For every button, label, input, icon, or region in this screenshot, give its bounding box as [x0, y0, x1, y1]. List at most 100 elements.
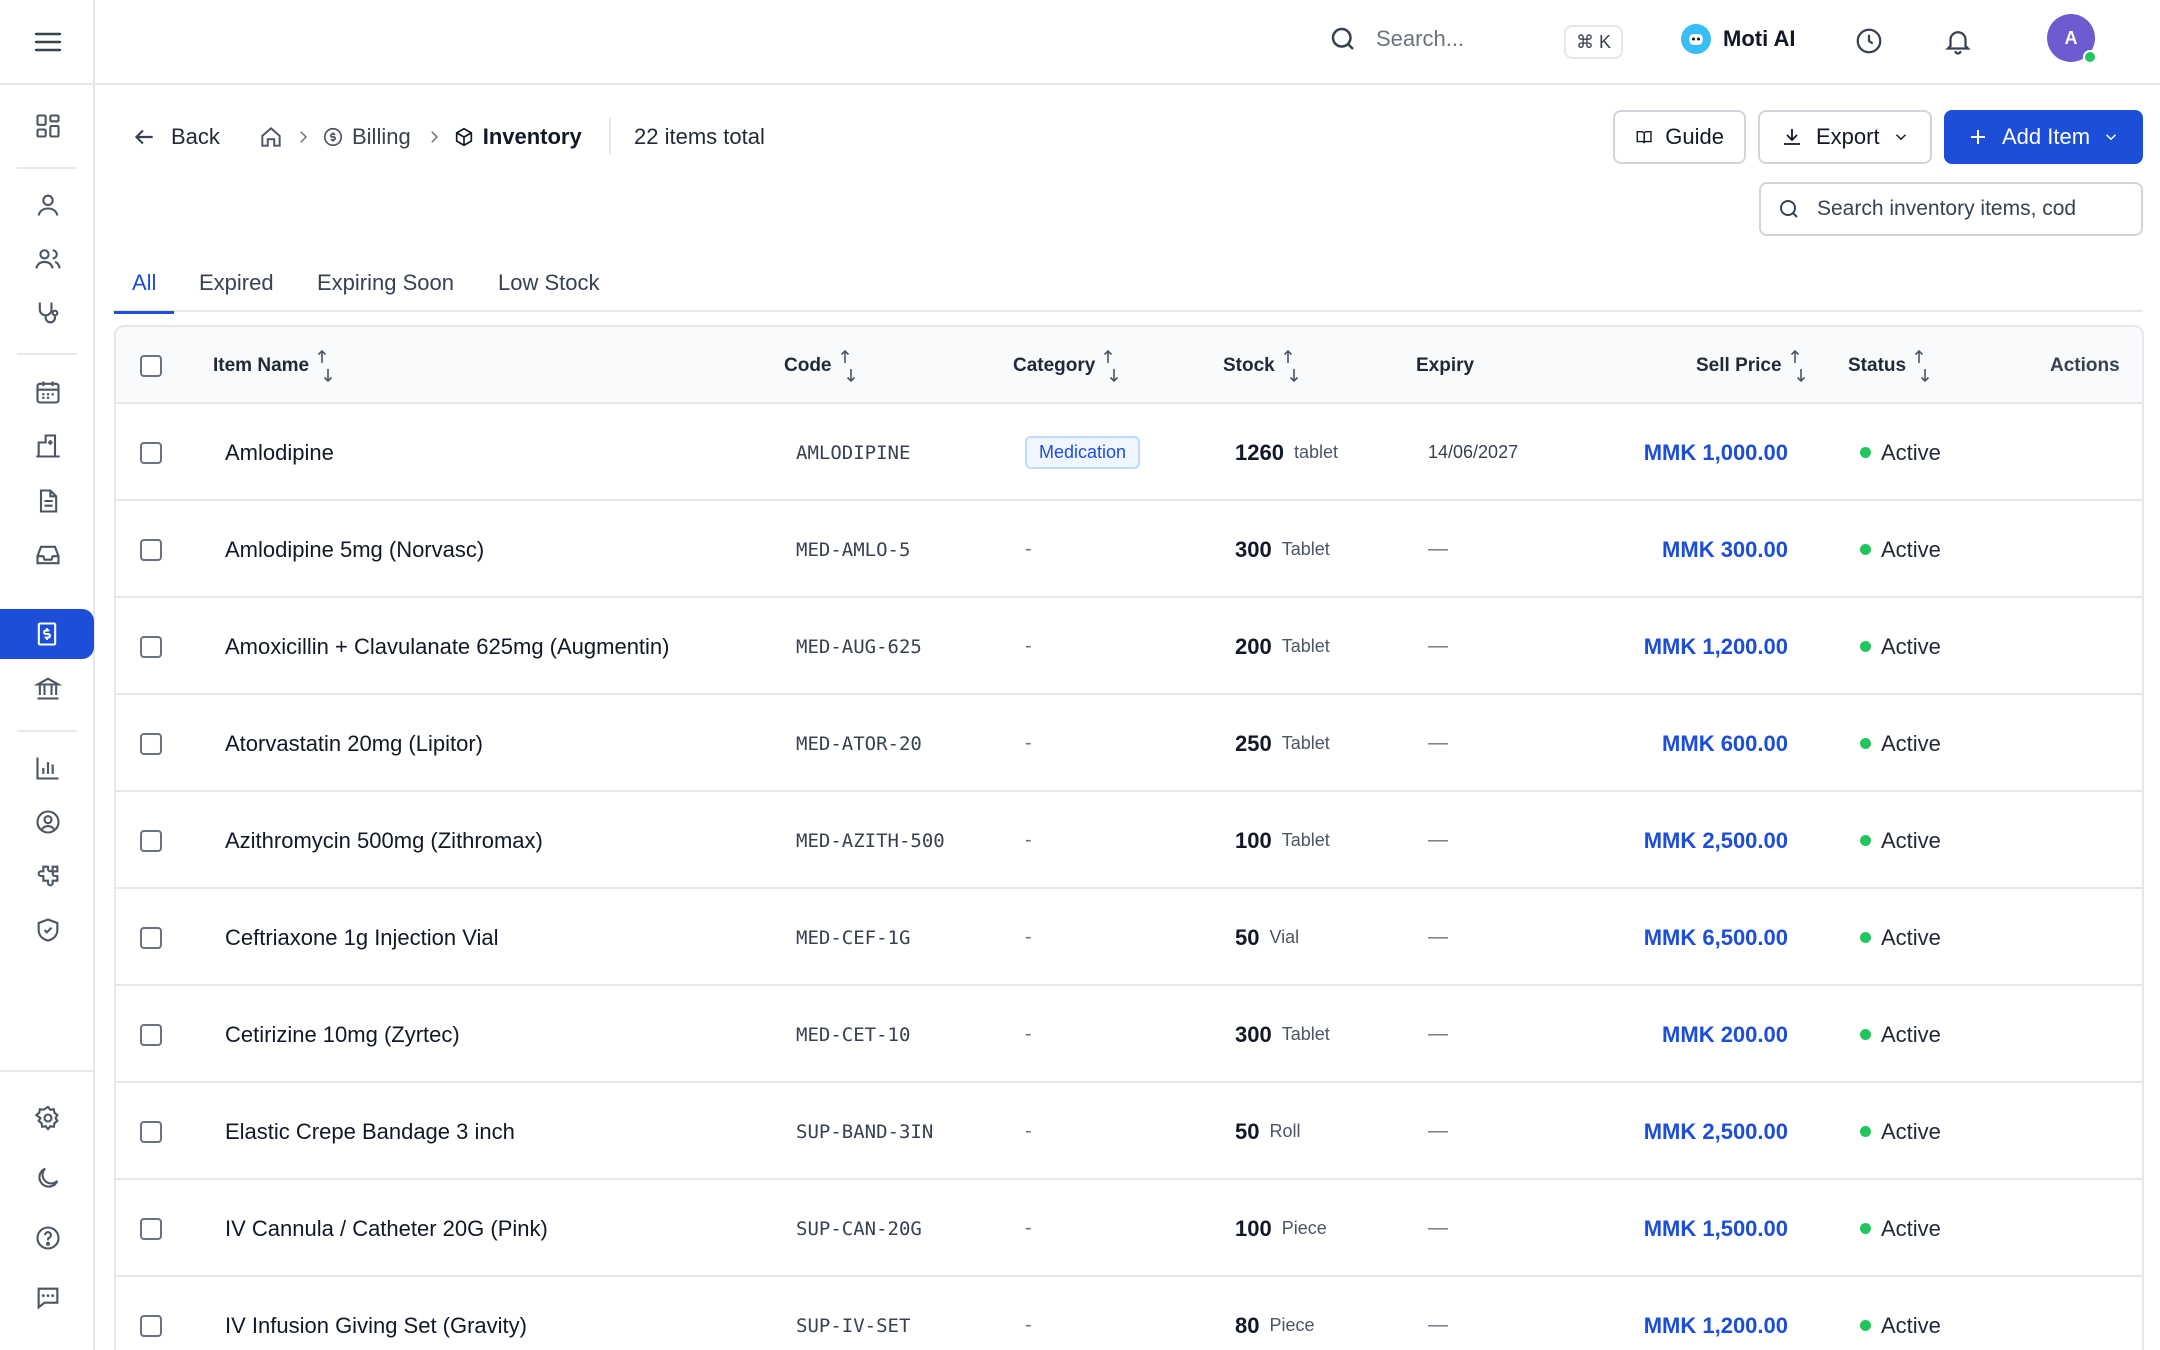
sidebar-item-reports[interactable] [0, 743, 95, 793]
tab-low-stock[interactable]: Low Stock [498, 260, 600, 312]
tab-expired[interactable]: Expired [199, 260, 274, 312]
item-name[interactable]: Azithromycin 500mg (Zithromax) [225, 792, 543, 889]
avatar[interactable]: A [2047, 14, 2097, 64]
status-label: Active [1881, 633, 1941, 659]
stock-cell: 300 Tablet [1235, 986, 1330, 1083]
status-label: Active [1881, 1021, 1941, 1047]
hospital-icon [35, 434, 60, 458]
table-row[interactable]: Cetirizine 10mg (Zyrtec) MED-CET-10 - 300 Ta… [116, 986, 2142, 1083]
row-checkbox[interactable] [140, 1120, 162, 1143]
item-name[interactable]: Ceftriaxone 1g Injection Vial [225, 889, 499, 986]
table-row[interactable]: Elastic Crepe Bandage 3 inch SUP-BAND-3IN… [116, 1083, 2142, 1180]
inventory-table: Item Name Code Category Stock Expiry Sel… [114, 325, 2144, 1350]
table-row[interactable]: Atorvastatin 20mg (Lipitor) MED-ATOR-20 - 2… [116, 695, 2142, 792]
guide-button[interactable]: Guide [1613, 110, 1746, 164]
column-code[interactable]: Code [784, 327, 856, 404]
export-button[interactable]: Export [1758, 110, 1932, 164]
table-row[interactable]: Amlodipine 5mg (Norvasc) MED-AMLO-5 - 300 Ta… [116, 501, 2142, 598]
category-empty: - [1025, 1314, 1032, 1336]
item-code: MED-ATOR-20 [796, 732, 922, 755]
table-row[interactable]: Ceftriaxone 1g Injection Vial MED-CEF-1G -… [116, 889, 2142, 986]
sidebar-item-patients[interactable] [0, 234, 95, 284]
home-icon[interactable] [258, 124, 284, 150]
sidebar-item-dashboard[interactable] [0, 101, 95, 151]
sidebar-item-integrations[interactable] [0, 851, 95, 901]
category-empty: - [1025, 1217, 1032, 1239]
column-item-name[interactable]: Item Name [213, 327, 333, 404]
breadcrumb-billing[interactable]: Billing [322, 124, 411, 150]
item-name[interactable]: Amoxicillin + Clavulanate 625mg (Augment… [225, 598, 670, 695]
item-name[interactable]: Atorvastatin 20mg (Lipitor) [225, 695, 483, 792]
moti-ai-button[interactable]: Moti AI [1681, 24, 1796, 54]
select-all-checkbox[interactable] [140, 354, 162, 377]
add-item-button[interactable]: Add Item [1944, 110, 2143, 164]
row-checkbox[interactable] [140, 926, 162, 949]
feedback-icon[interactable] [0, 1273, 95, 1323]
table-row[interactable]: IV Infusion Giving Set (Gravity) SUP-IV-S… [116, 1277, 2142, 1350]
tab-all[interactable]: All [113, 260, 176, 314]
status-dot [1860, 932, 1871, 943]
item-name[interactable]: Amlodipine [225, 404, 334, 501]
sidebar-item-bank[interactable] [0, 663, 95, 713]
table-row[interactable]: IV Cannula / Catheter 20G (Pink) SUP-CAN-… [116, 1180, 2142, 1277]
column-stock[interactable]: Stock [1223, 327, 1299, 404]
item-name[interactable]: Cetirizine 10mg (Zyrtec) [225, 986, 460, 1083]
column-sell-price[interactable]: Sell Price [1696, 327, 1806, 404]
inventory-search-input[interactable]: Search inventory items, cod [1759, 182, 2143, 236]
item-name[interactable]: IV Infusion Giving Set (Gravity) [225, 1277, 527, 1350]
search-icon [1331, 27, 1354, 50]
history-icon[interactable] [1854, 26, 1884, 56]
sidebar-item-security[interactable] [0, 905, 95, 955]
stock-cell: 200 Tablet [1235, 598, 1330, 695]
settings-icon[interactable] [0, 1093, 95, 1143]
table-header: Item Name Code Category Stock Expiry Sel… [116, 327, 2142, 404]
table-row[interactable]: Amlodipine AMLODIPINE Medication 1260 tablet… [116, 404, 2142, 501]
bell-icon[interactable] [1943, 26, 1973, 56]
table-row[interactable]: Amoxicillin + Clavulanate 625mg (Augment… [116, 598, 2142, 695]
sidebar-item-patient[interactable] [0, 180, 95, 230]
filter-tabs: All Expired Expiring Soon Low Stock [113, 260, 2143, 314]
item-code: SUP-IV-SET [796, 1314, 911, 1337]
row-checkbox[interactable] [140, 829, 162, 852]
sidebar-item-facility[interactable] [0, 421, 95, 471]
column-status[interactable]: Status [1848, 327, 1930, 404]
item-name[interactable]: Elastic Crepe Bandage 3 inch [225, 1083, 515, 1180]
item-code: MED-AMLO-5 [796, 538, 911, 561]
row-checkbox[interactable] [140, 441, 162, 464]
stock-unit: Roll [1269, 1121, 1301, 1141]
help-icon[interactable] [0, 1213, 95, 1263]
back-button[interactable]: Back [131, 122, 220, 152]
stock-unit: Tablet [1281, 539, 1330, 559]
sidebar-item-calendar[interactable] [0, 367, 95, 417]
sidebar-item-inbox[interactable] [0, 530, 95, 580]
stock-quantity: 80 [1235, 1312, 1260, 1338]
stock-unit: Tablet [1281, 733, 1330, 753]
tab-expiring-soon[interactable]: Expiring Soon [317, 260, 454, 312]
menu-icon[interactable] [0, 17, 95, 67]
expiry-date: — [1428, 1314, 1448, 1336]
status-dot [1860, 447, 1871, 458]
sidebar-item-account[interactable] [0, 797, 95, 847]
export-label: Export [1816, 124, 1880, 149]
global-search[interactable]: Search... [1328, 24, 1464, 54]
row-checkbox[interactable] [140, 1314, 162, 1337]
row-checkbox[interactable] [140, 538, 162, 561]
row-checkbox[interactable] [140, 635, 162, 658]
sidebar-item-doctors[interactable] [0, 288, 95, 338]
row-checkbox[interactable] [140, 732, 162, 755]
sidebar-item-documents[interactable] [0, 476, 95, 526]
item-name[interactable]: IV Cannula / Catheter 20G (Pink) [225, 1180, 548, 1277]
sidebar-item-billing[interactable] [0, 609, 94, 659]
column-category[interactable]: Category [1013, 327, 1119, 404]
item-name[interactable]: Amlodipine 5mg (Norvasc) [225, 501, 484, 598]
row-checkbox[interactable] [140, 1023, 162, 1046]
status-label: Active [1881, 439, 1941, 465]
status-badge: Active [1860, 792, 1941, 889]
chevron-down-icon [2106, 134, 2117, 141]
row-checkbox[interactable] [140, 1217, 162, 1240]
category-empty: - [1025, 1023, 1032, 1045]
dark-mode-icon[interactable] [0, 1153, 95, 1203]
table-row[interactable]: Azithromycin 500mg (Zithromax) MED-AZITH-… [116, 792, 2142, 889]
status-dot [1860, 1029, 1871, 1040]
document-icon [39, 489, 57, 513]
